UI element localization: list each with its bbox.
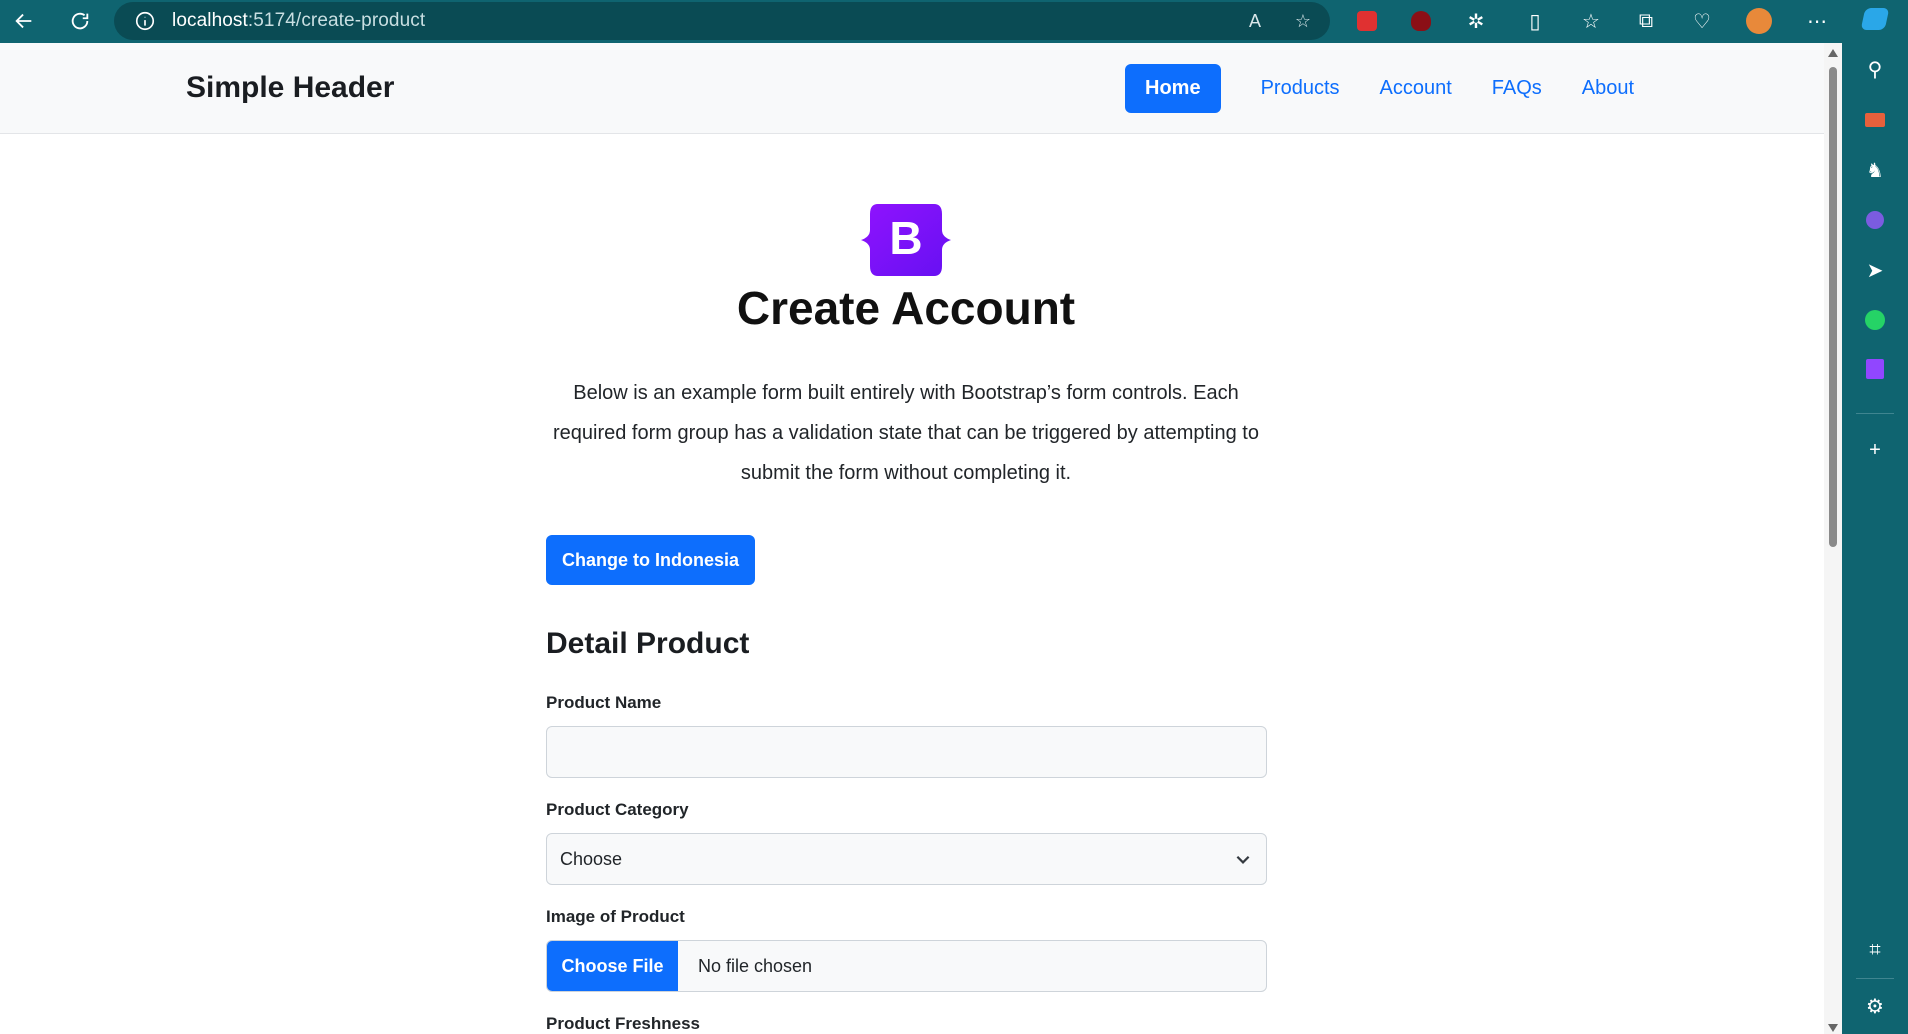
back-button[interactable] bbox=[6, 3, 42, 39]
logo-letter: B bbox=[889, 212, 922, 264]
nav-account[interactable]: Account bbox=[1360, 65, 1472, 112]
collections-icon[interactable]: ⧉ bbox=[1631, 6, 1661, 36]
nav-about[interactable]: About bbox=[1562, 65, 1654, 112]
product-category-value: Choose bbox=[560, 848, 623, 869]
brand-title[interactable]: Simple Header bbox=[186, 71, 394, 105]
bootstrap-logo: B bbox=[861, 204, 951, 276]
product-name-label: Product Name bbox=[546, 693, 662, 712]
product-category-select[interactable]: Choose bbox=[546, 833, 1267, 885]
back-arrow-icon bbox=[15, 13, 32, 29]
lead-text: Below is an example form built entirely … bbox=[553, 382, 1259, 484]
extensions-puzzle-icon[interactable]: ✲ bbox=[1461, 6, 1491, 36]
settings-gear-icon[interactable]: ⚙ bbox=[1862, 993, 1888, 1019]
favorites-icon[interactable]: ☆ bbox=[1576, 6, 1606, 36]
sidebar-divider-bottom bbox=[1856, 978, 1894, 979]
drop-icon[interactable]: ➤ bbox=[1862, 257, 1888, 283]
split-screen-icon[interactable]: ▯ bbox=[1520, 6, 1550, 36]
file-status-text: No file chosen bbox=[698, 955, 813, 976]
url-path: :5174/create-product bbox=[247, 10, 426, 31]
nav-home[interactable]: Home bbox=[1125, 64, 1221, 113]
section-title: Detail Product bbox=[546, 627, 750, 660]
product-name-input[interactable] bbox=[546, 726, 1267, 778]
nav-faqs[interactable]: FAQs bbox=[1472, 65, 1562, 112]
screenshot-icon[interactable]: ⌗ bbox=[1862, 937, 1888, 963]
search-icon[interactable]: ⚲ bbox=[1862, 56, 1888, 82]
chevron-down-icon bbox=[1236, 855, 1250, 864]
twitch-icon[interactable] bbox=[1862, 356, 1888, 382]
site-info-icon[interactable] bbox=[134, 10, 156, 32]
main-nav: Home Products Account FAQs About bbox=[1125, 64, 1654, 113]
browser-essentials-icon[interactable]: ♡ bbox=[1687, 6, 1717, 36]
tools-icon[interactable] bbox=[1862, 107, 1888, 133]
reload-icon bbox=[71, 12, 89, 30]
favorite-star-icon[interactable]: ☆ bbox=[1292, 10, 1314, 32]
copilot-icon[interactable] bbox=[1860, 6, 1890, 32]
image-file-input[interactable]: Choose File No file chosen bbox=[546, 940, 1267, 992]
scroll-down-arrow-icon[interactable] bbox=[1828, 1024, 1838, 1032]
url-host: localhost bbox=[172, 10, 248, 31]
extension-red-icon[interactable] bbox=[1352, 6, 1382, 36]
nav-products[interactable]: Products bbox=[1241, 65, 1360, 112]
product-category-label: Product Category bbox=[546, 800, 689, 819]
url-text[interactable]: localhost:5174/create-product bbox=[172, 10, 425, 32]
page-scrollbar[interactable] bbox=[1824, 43, 1842, 1034]
games-icon[interactable]: ♞ bbox=[1862, 157, 1888, 183]
page-viewport: Simple Header Home Products Account FAQs… bbox=[0, 43, 1842, 1034]
reload-button[interactable] bbox=[62, 3, 98, 39]
sidebar-divider bbox=[1856, 413, 1894, 414]
profile-avatar[interactable] bbox=[1744, 6, 1774, 36]
add-icon[interactable]: + bbox=[1862, 437, 1888, 463]
office-icon[interactable] bbox=[1862, 207, 1888, 233]
change-language-button[interactable]: Change to Indonesia bbox=[546, 535, 755, 585]
edge-sidebar: ⚲ ♞ ➤ + ⌗ ⚙ bbox=[1842, 0, 1908, 1034]
whatsapp-icon[interactable] bbox=[1862, 307, 1888, 333]
product-freshness-label: Product Freshness bbox=[546, 1014, 700, 1033]
scroll-up-arrow-icon[interactable] bbox=[1828, 49, 1838, 57]
browser-toolbar: localhost:5174/create-product A ☆ ✲ ▯ ☆ … bbox=[0, 0, 1842, 43]
site-header: Simple Header Home Products Account FAQs… bbox=[0, 43, 1824, 134]
read-aloud-icon[interactable]: A bbox=[1244, 10, 1266, 32]
image-label: Image of Product bbox=[546, 907, 685, 926]
more-menu-icon[interactable]: ⋯ bbox=[1802, 6, 1832, 36]
scrollbar-thumb[interactable] bbox=[1829, 67, 1837, 547]
ublock-icon[interactable] bbox=[1406, 6, 1436, 36]
page-title: Create Account bbox=[736, 282, 1076, 334]
address-bar[interactable]: localhost:5174/create-product A ☆ bbox=[114, 2, 1330, 40]
choose-file-button[interactable]: Choose File bbox=[547, 941, 678, 991]
